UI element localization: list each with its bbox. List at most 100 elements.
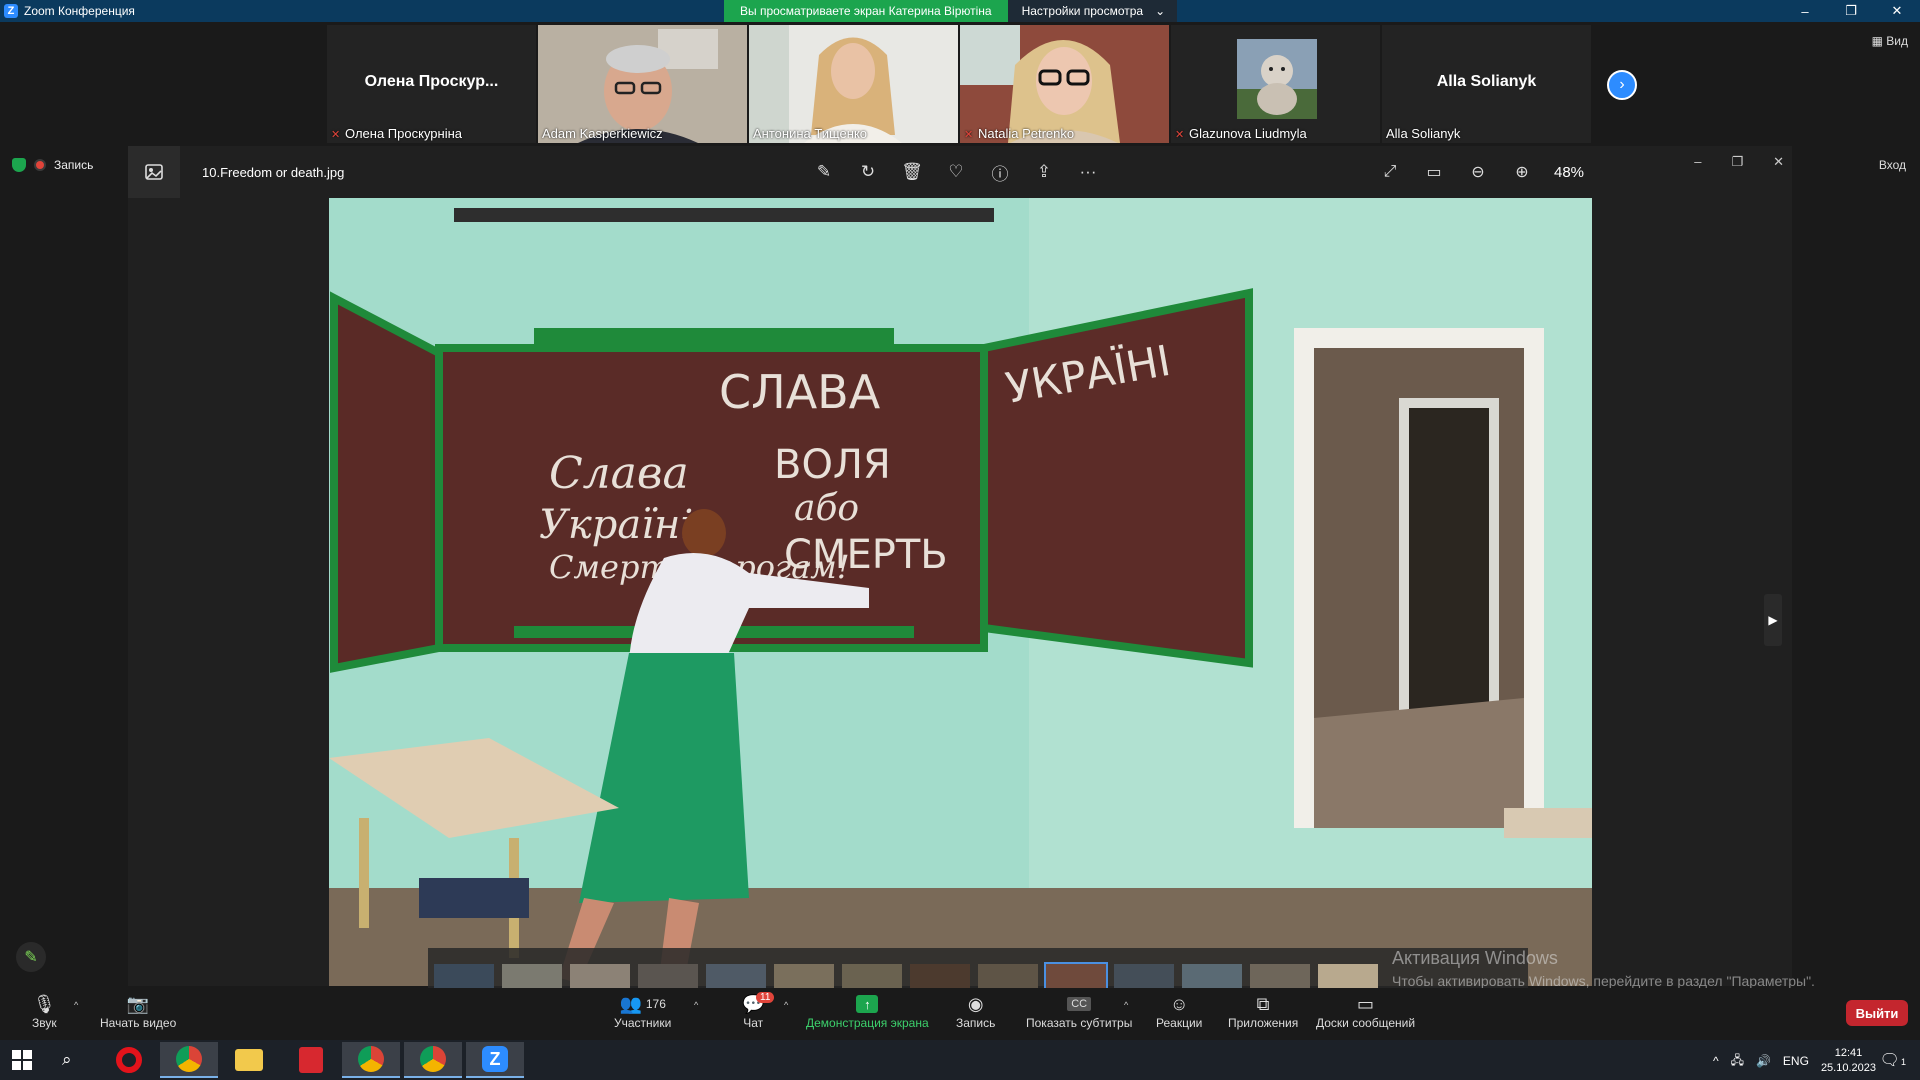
view-label: Вид <box>1886 34 1908 48</box>
participant-label: Adam Kasperkiewicz <box>542 126 663 141</box>
photo-thumbnail[interactable] <box>842 964 902 988</box>
participants-button[interactable]: 👥 176 Участники <box>614 992 671 1031</box>
participant-tile[interactable]: Alla Solianyk Alla Solianyk <box>1382 25 1591 143</box>
participants-count: 176 <box>645 997 666 1011</box>
apps-button[interactable]: ⧉ Приложения <box>1228 992 1298 1031</box>
meeting-toolbar: 🎙 Звук ^ 📷 Начать видео 👥 176 Участники ^… <box>0 988 1920 1040</box>
participants-icon: 👥 176 <box>619 993 666 1014</box>
next-page-button[interactable]: › <box>1607 70 1637 100</box>
participants-options-caret[interactable]: ^ <box>694 1000 698 1010</box>
tray-expand-icon[interactable]: ^ <box>1713 1054 1719 1068</box>
participant-tile[interactable]: ✕ Glazunova Liudmyla <box>1171 25 1380 143</box>
participant-tile[interactable]: ✕ Natalia Petrenko <box>960 25 1169 143</box>
photo-thumbnail[interactable] <box>502 964 562 988</box>
zoom-in-icon[interactable]: ⊕ <box>1510 160 1534 184</box>
chrome-app-icon[interactable] <box>404 1042 462 1078</box>
zoom-logo-icon: Z <box>4 4 18 18</box>
participant-label: ✕ Natalia Petrenko <box>964 126 1074 141</box>
date: 25.10.2023 <box>1820 1062 1876 1074</box>
audio-button[interactable]: 🎙 Звук <box>32 992 57 1031</box>
view-button[interactable]: ▦ Вид <box>1872 34 1908 48</box>
photo-thumbnail[interactable] <box>978 964 1038 988</box>
mic-muted-icon: ✕ <box>1175 128 1185 141</box>
info-icon[interactable]: ⓘ <box>988 160 1012 184</box>
delete-icon[interactable]: 🗑 <box>900 160 924 184</box>
chat-options-caret[interactable]: ^ <box>784 1000 788 1010</box>
fullscreen-icon[interactable]: ⤢ <box>1378 160 1402 184</box>
start-video-button[interactable]: 📷 Начать видео <box>100 992 176 1031</box>
audio-options-caret[interactable]: ^ <box>74 1000 78 1010</box>
windows-start-icon[interactable] <box>12 1050 32 1070</box>
photo-thumbnail[interactable] <box>638 964 698 988</box>
reactions-button[interactable]: ☺ Реакции <box>1156 992 1203 1031</box>
mic-muted-icon: ✕ <box>964 128 974 141</box>
photo-thumbnail[interactable] <box>1318 964 1378 988</box>
viewer-close-button[interactable]: ✕ <box>1773 154 1784 170</box>
captions-label: Показать субтитры <box>1026 1016 1133 1030</box>
opera-app-icon[interactable] <box>100 1042 158 1078</box>
sign-in-label[interactable]: Вход <box>1879 158 1906 172</box>
leave-button[interactable]: Выйти <box>1846 1000 1908 1026</box>
next-photo-button[interactable]: ▶ <box>1764 594 1782 646</box>
close-button[interactable]: ✕ <box>1874 0 1920 22</box>
fit-screen-icon[interactable]: ▭ <box>1422 160 1446 184</box>
chat-button[interactable]: 💬 Чат 11 <box>742 992 775 1030</box>
photo-thumbnail-selected[interactable] <box>1044 962 1108 988</box>
chevron-down-icon: ⌄ <box>1155 4 1166 18</box>
network-icon[interactable]: 🖧 <box>1731 1051 1744 1072</box>
annotate-pencil-icon[interactable]: ✎ <box>16 942 46 972</box>
photo-thumbnail[interactable] <box>910 964 970 988</box>
acrobat-app-icon[interactable] <box>282 1042 340 1078</box>
photo-thumbnail[interactable] <box>774 964 834 988</box>
minimize-button[interactable]: – <box>1782 0 1828 22</box>
zoom-app-icon[interactable]: Z <box>466 1042 524 1078</box>
captions-options-caret[interactable]: ^ <box>1124 1000 1128 1010</box>
photo-thumbnail[interactable] <box>570 964 630 988</box>
participant-name: Glazunova Liudmyla <box>1189 126 1307 141</box>
captions-button[interactable]: CC Показать субтитры <box>1026 992 1132 1030</box>
watermark-text: Чтобы активировать Windows, перейдите в … <box>1392 973 1815 989</box>
participant-tile[interactable]: Олена Проскур... ✕ Олена Проскурніна <box>327 25 536 143</box>
search-icon[interactable]: ⌕ <box>62 1050 72 1070</box>
chrome-app-icon[interactable] <box>342 1042 400 1078</box>
file-explorer-app-icon[interactable] <box>220 1042 278 1078</box>
favorite-icon[interactable]: ♡ <box>944 160 968 184</box>
participant-tile[interactable]: Adam Kasperkiewicz <box>538 25 747 143</box>
photo-thumbnail[interactable] <box>1182 964 1242 988</box>
gallery-icon[interactable] <box>128 146 180 198</box>
reactions-label: Реакции <box>1156 1016 1203 1030</box>
clock[interactable]: 12:41 25.10.2023 <box>1821 1046 1876 1076</box>
zoom-out-icon[interactable]: ⊖ <box>1466 160 1490 184</box>
viewer-minimize-button[interactable]: – <box>1694 154 1701 170</box>
participant-label: Антонина Тищенко <box>753 126 867 141</box>
volume-icon[interactable]: 🔊 <box>1756 1054 1771 1068</box>
rotate-icon[interactable]: ↻ <box>856 160 880 184</box>
language-indicator[interactable]: ENG <box>1783 1054 1809 1068</box>
more-icon[interactable]: ··· <box>1076 160 1100 184</box>
audio-label: Звук <box>32 1016 57 1030</box>
time: 12:41 <box>1834 1047 1863 1059</box>
windows-taskbar: ⌕ Z ^ 🖧 🔊 ENG 12:41 25.10.2023 🗨1 <box>0 1040 1920 1080</box>
record-button[interactable]: ◉ Запись <box>956 992 995 1031</box>
share-icon[interactable]: ⇪ <box>1032 160 1056 184</box>
record-icon: ◉ <box>967 993 984 1014</box>
photo-thumbnail[interactable] <box>1250 964 1310 988</box>
notifications-icon[interactable]: 🗨1 <box>1880 1050 1906 1070</box>
participant-tile-active-speaker[interactable]: Антонина Тищенко <box>749 25 958 143</box>
restore-button[interactable]: ❐ <box>1828 0 1874 22</box>
share-screen-button[interactable]: ↑ Демонстрация экрана <box>806 992 929 1030</box>
photo-thumbnail[interactable] <box>1114 964 1174 988</box>
recording-indicator[interactable]: Запись <box>12 158 93 172</box>
photo-thumbnail[interactable] <box>434 964 494 988</box>
edit-icon[interactable]: ✎ <box>812 160 836 184</box>
displayed-photo: СЛАВА УКРАЇНІ Слава Україні Смерть ворог… <box>329 198 1592 986</box>
viewer-tools: ✎ ↻ 🗑 ♡ ⓘ ⇪ ··· <box>812 160 1100 184</box>
photo-thumbnail[interactable] <box>706 964 766 988</box>
zoom-tools: ⤢ ▭ ⊖ ⊕ 48% <box>1378 160 1584 184</box>
view-options-button[interactable]: Настройки просмотра ⌄ <box>1007 0 1178 22</box>
whiteboards-button[interactable]: ▭ Доски сообщений <box>1316 992 1415 1031</box>
chrome-app-icon[interactable] <box>160 1042 218 1078</box>
viewer-restore-button[interactable]: ❐ <box>1731 154 1743 170</box>
whiteboard-icon: ▭ <box>1357 993 1375 1014</box>
grid-icon: ▦ <box>1871 34 1883 48</box>
